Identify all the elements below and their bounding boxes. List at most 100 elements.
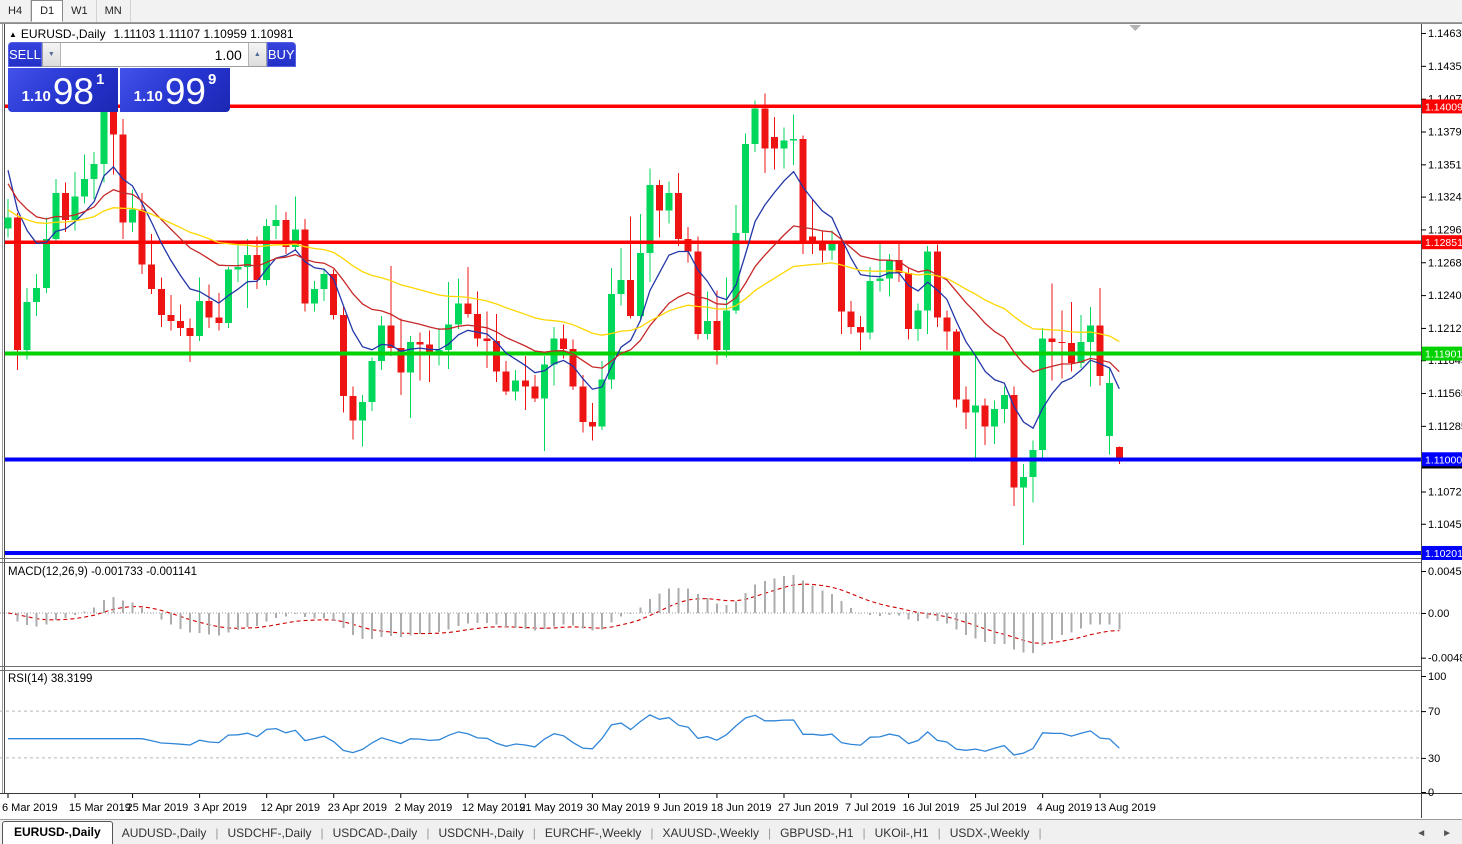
svg-text:3 Apr 2019: 3 Apr 2019 [194, 802, 247, 814]
timeframe-d1-button[interactable]: D1 [31, 0, 64, 22]
svg-text:1.11000: 1.11000 [1425, 454, 1462, 466]
timeframe-h4-button[interactable]: H4 [0, 0, 32, 22]
svg-text:100: 100 [1428, 671, 1446, 683]
svg-text:12 May 2019: 12 May 2019 [462, 802, 526, 814]
candle [1029, 449, 1037, 477]
candle [531, 386, 539, 399]
chart-symbol-label: EURUSD-,Daily [20, 27, 106, 41]
buy-price-pip-digit: 9 [208, 71, 217, 88]
sell-price-pip-digit: 1 [96, 71, 105, 88]
candle [349, 395, 357, 421]
candle [665, 193, 673, 211]
candle [416, 342, 424, 345]
candle [742, 143, 750, 233]
candle [483, 338, 491, 341]
candle [406, 342, 414, 373]
tab-ukoil-h1[interactable]: UKOil-,H1 [866, 823, 938, 844]
macd-pane-layer [0, 583, 1421, 644]
tab-xauusd-weekly[interactable]: XAUUSD-,Weekly [653, 823, 767, 844]
tab-gbpusd-h1[interactable]: GBPUSD-,H1 [771, 823, 862, 844]
rsi-pane-layer [0, 710, 1421, 759]
candle [1106, 383, 1114, 436]
candle [627, 279, 635, 317]
svg-text:16 Jul 2019: 16 Jul 2019 [903, 802, 960, 814]
buy-price-display[interactable]: 1.10 99 9 [120, 68, 230, 112]
svg-text:1.13795: 1.13795 [1428, 127, 1462, 139]
candle [790, 139, 798, 141]
candle [579, 386, 587, 422]
buy-price-prefix: 1.10 [133, 88, 163, 105]
svg-text:1.12851: 1.12851 [1425, 237, 1462, 249]
rsi-indicator-label: RSI(14) 38.3199 [8, 673, 93, 685]
candle [933, 251, 941, 318]
svg-text:21 May 2019: 21 May 2019 [519, 802, 583, 814]
candle [186, 327, 194, 337]
tab-usdx-weekly[interactable]: USDX-,Weekly [941, 823, 1039, 844]
candle [81, 179, 89, 197]
candle [320, 273, 328, 290]
date-axis: 6 Mar 2019 15 Mar 201925 Mar 2019 3 Apr 20… [2, 794, 1156, 814]
svg-text:25 Mar 2019: 25 Mar 2019 [127, 802, 189, 814]
svg-text:1.13515: 1.13515 [1428, 159, 1462, 171]
svg-text:1.11565: 1.11565 [1428, 388, 1462, 400]
candle [215, 317, 223, 324]
candle [885, 259, 893, 279]
svg-text:1.13240: 1.13240 [1428, 192, 1462, 204]
svg-text:2 May 2019: 2 May 2019 [395, 802, 452, 814]
candle [972, 405, 980, 413]
tab-scroll-right-icon[interactable]: ► [1442, 828, 1452, 839]
svg-text:27 Jun 2019: 27 Jun 2019 [778, 802, 839, 814]
svg-text:70: 70 [1428, 706, 1440, 718]
tab-usdcnh-daily[interactable]: USDCNH-,Daily [429, 823, 532, 844]
tab-eurchf-weekly[interactable]: EURCHF-,Weekly [536, 823, 650, 844]
svg-text:0.004517: 0.004517 [1428, 566, 1462, 578]
svg-text:30 May 2019: 30 May 2019 [586, 802, 650, 814]
svg-text:1.11285: 1.11285 [1428, 421, 1462, 433]
candle [876, 278, 884, 282]
tab-eurusd-daily[interactable]: EURUSD-,Daily [2, 821, 113, 844]
candle [167, 315, 175, 321]
svg-text:4 Aug 2019: 4 Aug 2019 [1037, 802, 1093, 814]
candles-layer [4, 78, 1123, 545]
candle [205, 300, 213, 318]
candle [33, 288, 41, 303]
tab-audusd-daily[interactable]: AUDUSD-,Daily [113, 823, 216, 844]
candle [857, 326, 865, 333]
svg-text:-0.004806: -0.004806 [1428, 653, 1462, 665]
candle [1087, 325, 1095, 343]
candle [14, 217, 22, 351]
tab-scroll-left-icon[interactable]: ◄ [1416, 828, 1426, 839]
tab-usdcad-daily[interactable]: USDCAD-,Daily [324, 823, 427, 844]
buy-price-big-digits: 99 [164, 71, 206, 112]
chart-canvas[interactable]: 1.146351.143551.140751.137951.135151.132… [0, 22, 1462, 820]
candle [675, 193, 683, 239]
svg-text:0: 0 [1428, 787, 1434, 799]
candle [1048, 338, 1056, 343]
volume-increase-button[interactable]: ▲ [247, 43, 266, 66]
candle [866, 281, 874, 333]
candle [368, 360, 376, 402]
candle [358, 401, 366, 421]
candle [90, 163, 98, 180]
svg-text:9 Jun 2019: 9 Jun 2019 [653, 802, 707, 814]
sell-button[interactable]: SELL [8, 42, 42, 67]
tab-usdchf-daily[interactable]: USDCHF-,Daily [219, 823, 321, 844]
svg-text:1.11901: 1.11901 [1425, 349, 1462, 361]
volume-input[interactable] [60, 43, 248, 66]
volume-decrease-button[interactable]: ▼ [42, 43, 61, 66]
timeframe-w1-button[interactable]: W1 [63, 0, 97, 22]
collapse-triangle-icon[interactable]: ▲ [9, 30, 17, 39]
sell-price-display[interactable]: 1.10 98 1 [8, 68, 118, 112]
candle [780, 140, 788, 149]
candle [42, 238, 50, 289]
timeframe-mn-button[interactable]: MN [97, 0, 131, 22]
svg-text:12 Apr 2019: 12 Apr 2019 [261, 802, 320, 814]
pane-frames [0, 23, 1462, 818]
sell-price-prefix: 1.10 [21, 88, 51, 105]
candle [464, 303, 472, 314]
candle [253, 255, 261, 280]
svg-text:23 Apr 2019: 23 Apr 2019 [328, 802, 387, 814]
candle [770, 136, 778, 149]
buy-button[interactable]: BUY [266, 42, 296, 67]
candle [148, 264, 156, 290]
